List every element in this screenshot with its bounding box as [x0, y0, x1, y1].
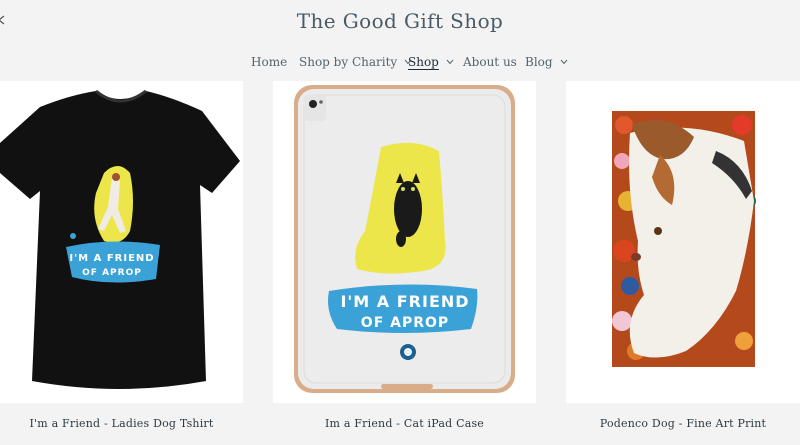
product-card-tshirt[interactable]: I'M A FRIEND OF APROP [0, 81, 243, 403]
tshirt-icon: I'M A FRIEND OF APROP [0, 89, 240, 389]
product-title[interactable]: Im a Friend - Cat iPad Case [273, 417, 536, 430]
chevron-down-icon [560, 59, 567, 65]
nav-item-label: About us [463, 55, 517, 69]
nav-item-shop-by-charity[interactable]: Shop by Charity [299, 55, 412, 69]
nav-item-about-us[interactable]: About us [463, 55, 517, 69]
nav-item-label: Shop by Charity [299, 55, 398, 69]
print-text-line1: I'M A FRIEND [340, 292, 469, 311]
ipad-case-icon: I'M A FRIEND OF APROP [294, 85, 515, 393]
product-title[interactable]: I'm a Friend - Ladies Dog Tshirt [0, 417, 243, 430]
main-nav: Home Shop by Charity Shop About us Blog [0, 55, 800, 73]
print-text-line1: I'M A FRIEND [69, 253, 154, 264]
site-header: The Good Gift Shop Home Shop by Charity … [0, 0, 800, 80]
nav-item-shop[interactable]: Shop [408, 55, 454, 69]
art-print-icon [612, 111, 756, 367]
print-text-line2: OF APROP [361, 315, 449, 331]
site-title[interactable]: The Good Gift Shop [0, 9, 800, 33]
nav-item-label: Blog [525, 55, 553, 69]
product-card-art-print[interactable] [566, 81, 800, 403]
nav-item-label: Shop [408, 55, 439, 69]
product-card-ipad-case[interactable]: I'M A FRIEND OF APROP [273, 81, 536, 403]
chevron-down-icon [446, 59, 454, 65]
print-text-line2: OF APROP [82, 268, 142, 278]
nav-item-blog[interactable]: Blog [525, 55, 568, 69]
product-title[interactable]: Podenco Dog - Fine Art Print [566, 417, 800, 430]
nav-item-home[interactable]: Home [251, 55, 287, 69]
nav-item-label: Home [251, 55, 288, 69]
